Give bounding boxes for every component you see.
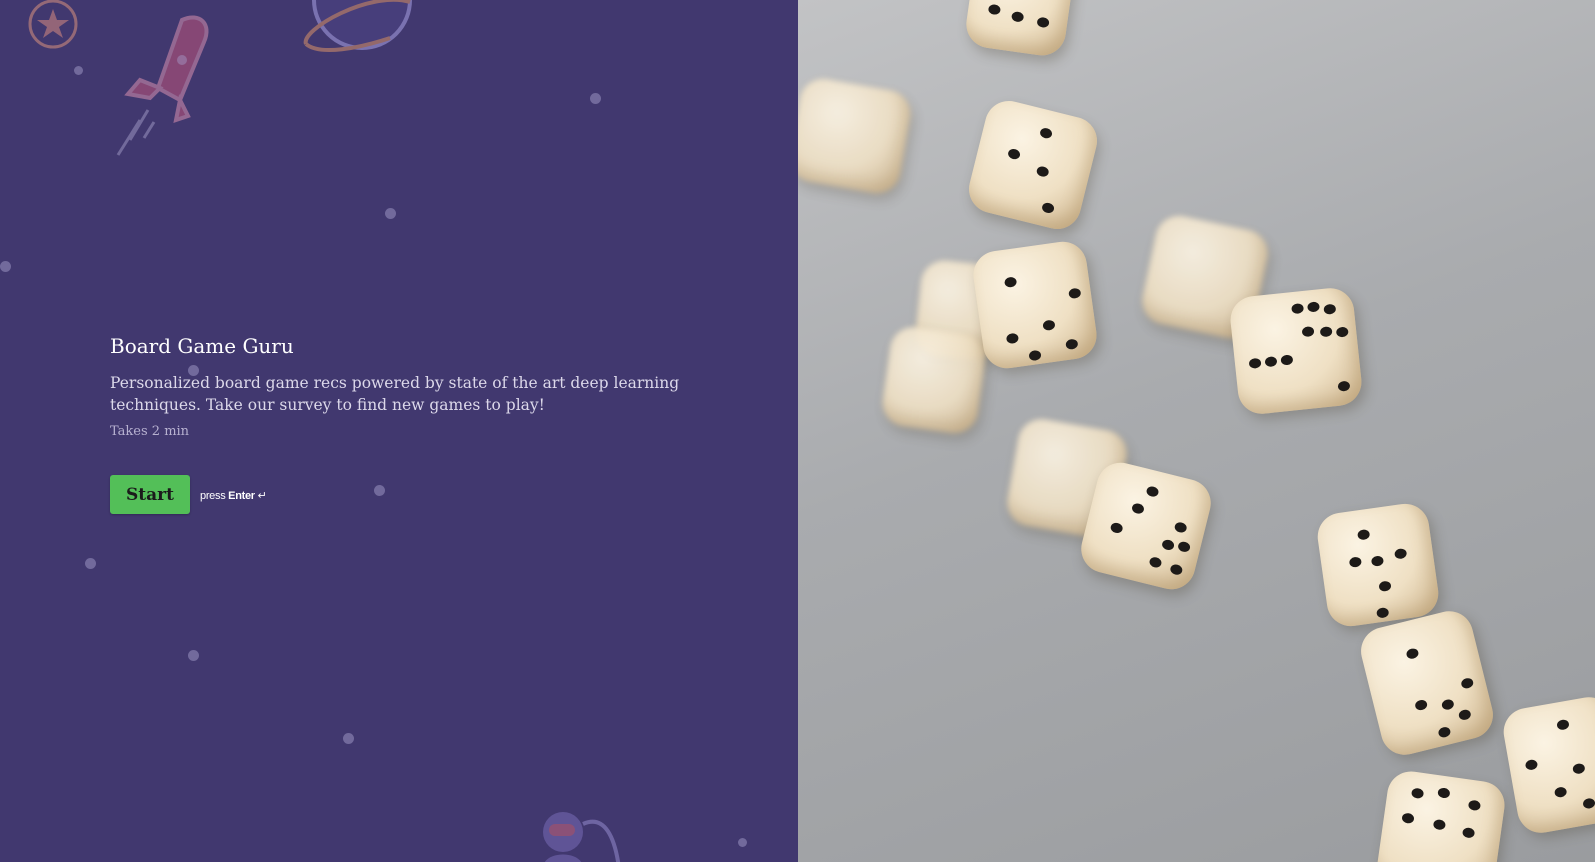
hint-key: Enter (228, 490, 255, 502)
star-dot (374, 485, 385, 496)
survey-duration: Takes 2 min (110, 424, 190, 439)
planet-icon (303, 0, 412, 52)
app-title: Board Game Guru (110, 334, 294, 358)
star-dot (738, 838, 747, 847)
die (963, 95, 1103, 235)
app-description: Personalized board game recs powered by … (110, 374, 680, 414)
star-dot (0, 261, 11, 272)
die (970, 238, 1100, 372)
die (879, 323, 989, 437)
star-dot (85, 558, 96, 569)
start-button[interactable]: Start (110, 475, 190, 514)
hint-prefix: press (200, 490, 226, 502)
star-dot (590, 93, 601, 104)
star-dot (385, 208, 396, 219)
die (1314, 500, 1442, 630)
die (1076, 457, 1216, 595)
die (1374, 768, 1508, 862)
rocket-icon (116, 15, 209, 156)
die (1499, 693, 1595, 837)
astronaut-icon (543, 812, 621, 862)
star-dot (74, 66, 83, 75)
star-badge-icon (28, 0, 78, 49)
intro-panel: Board Game Guru Personalized board game … (0, 0, 798, 862)
die (1355, 606, 1499, 760)
enter-hint: press Enter ↵ (200, 489, 267, 502)
die (963, 0, 1077, 59)
dice-photo (798, 0, 1595, 862)
star-dot (188, 650, 199, 661)
star-dot (343, 733, 354, 744)
die (1228, 285, 1364, 417)
enter-key-icon: ↵ (257, 490, 267, 502)
die (798, 75, 915, 197)
